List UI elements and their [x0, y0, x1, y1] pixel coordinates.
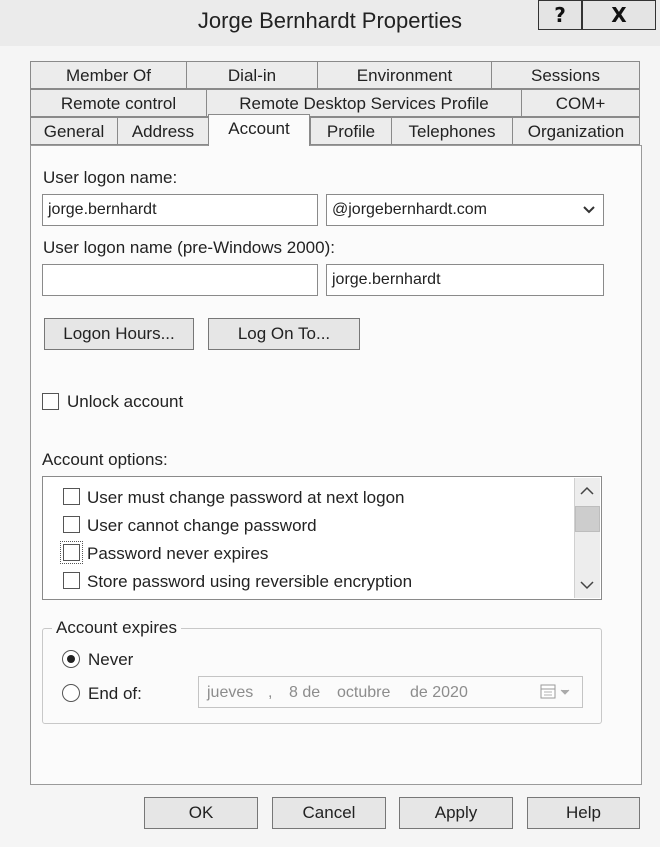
chevron-down-icon	[583, 206, 595, 214]
tab-com-plus[interactable]: COM+	[521, 89, 640, 117]
tab-organization[interactable]: Organization	[512, 117, 640, 145]
pre-windows-2000-label: User logon name (pre-Windows 2000):	[43, 238, 335, 257]
log-on-to-button[interactable]: Log On To...	[208, 318, 360, 350]
account-expires-label: Account expires	[52, 618, 181, 638]
help-button-footer[interactable]: Help	[527, 797, 640, 829]
unlock-account-checkbox[interactable]	[42, 393, 59, 410]
end-of-date-picker[interactable]	[198, 676, 583, 708]
pre-windows-2000-logon-input[interactable]: jorge.bernhardt	[326, 264, 604, 296]
option-checkbox-reversible-encryption[interactable]	[63, 572, 80, 589]
upn-suffix-value: @jorgebernhardt.com	[332, 201, 487, 218]
end-of-label: End of:	[88, 684, 142, 703]
option-label: Password never expires	[87, 544, 269, 563]
date-weekday: jueves	[207, 684, 254, 701]
date-month: octubre	[337, 684, 391, 701]
date-day: 8 de	[289, 684, 321, 701]
date-year: de 2020	[410, 684, 468, 701]
unlock-account-label: Unlock account	[67, 392, 184, 411]
never-label: Never	[88, 650, 134, 669]
scroll-down-icon[interactable]	[579, 580, 595, 590]
tab-general[interactable]: General	[30, 117, 118, 145]
logon-hours-button[interactable]: Logon Hours...	[44, 318, 194, 350]
option-checkbox-must-change-password[interactable]	[63, 488, 80, 505]
focus-rectangle	[60, 541, 83, 564]
tab-dial-in[interactable]: Dial-in	[186, 61, 318, 89]
close-button[interactable]: X	[582, 0, 656, 30]
tab-profile[interactable]: Profile	[310, 117, 392, 145]
tab-remote-desktop-services-profile[interactable]: Remote Desktop Services Profile	[206, 89, 522, 117]
tab-telephones[interactable]: Telephones	[391, 117, 513, 145]
option-label: User must change password at next logon	[87, 488, 405, 507]
option-checkbox-cannot-change-password[interactable]	[63, 516, 80, 533]
tab-account[interactable]: Account	[208, 114, 310, 146]
pre-windows-2000-domain-field	[42, 264, 318, 296]
calendar-icon[interactable]	[540, 684, 574, 700]
ok-button[interactable]: OK	[144, 797, 258, 829]
cancel-button[interactable]: Cancel	[272, 797, 386, 829]
upn-suffix-dropdown[interactable]: @jorgebernhardt.com	[326, 194, 604, 226]
tab-address[interactable]: Address	[117, 117, 209, 145]
user-logon-name-input[interactable]: jorge.bernhardt	[42, 194, 318, 226]
date-separator: ,	[268, 684, 273, 701]
end-of-radio[interactable]	[62, 684, 80, 702]
tab-member-of[interactable]: Member Of	[30, 61, 187, 89]
user-logon-name-label: User logon name:	[43, 168, 178, 187]
apply-button[interactable]: Apply	[399, 797, 513, 829]
scroll-thumb[interactable]	[575, 506, 600, 532]
option-label: Store password using reversible encrypti…	[87, 572, 413, 591]
help-button[interactable]: ?	[538, 0, 582, 30]
tab-environment[interactable]: Environment	[317, 61, 492, 89]
tab-sessions[interactable]: Sessions	[491, 61, 640, 89]
account-options-label: Account options:	[42, 450, 168, 469]
tab-remote-control[interactable]: Remote control	[30, 89, 207, 117]
scroll-up-icon[interactable]	[579, 486, 595, 496]
never-radio[interactable]	[62, 650, 80, 668]
option-label: User cannot change password	[87, 516, 317, 535]
